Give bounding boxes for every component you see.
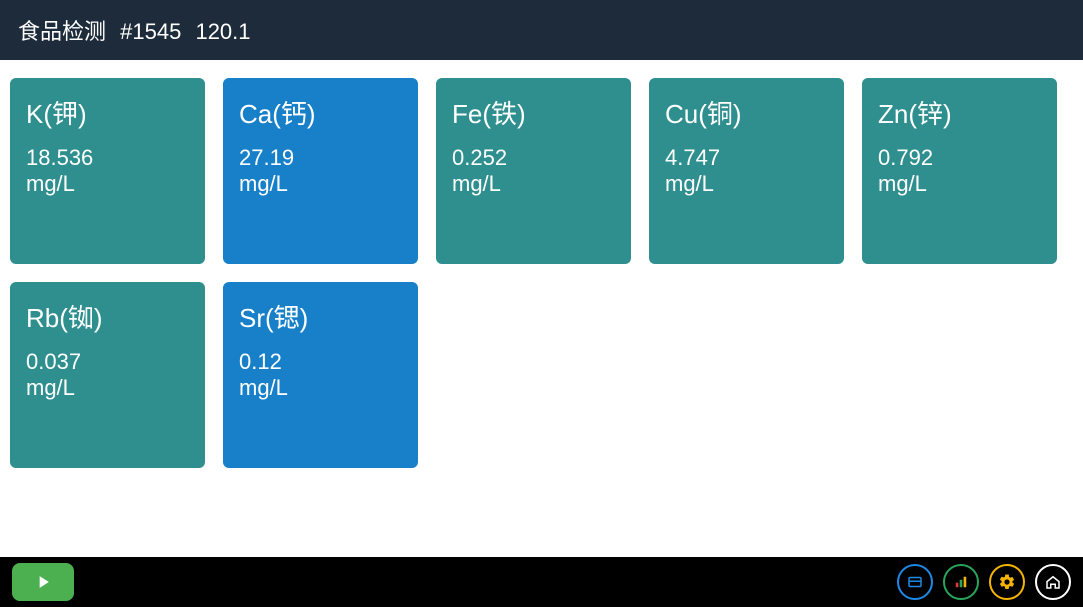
- element-unit: mg/L: [26, 375, 189, 401]
- footer-bar: [0, 557, 1083, 607]
- element-tile[interactable]: Sr(锶) 0.12mg/L: [223, 282, 418, 468]
- element-name: K(钾): [26, 94, 189, 131]
- element-tile[interactable]: K(钾) 18.536mg/L: [10, 78, 205, 264]
- element-unit: mg/L: [239, 171, 402, 197]
- bar-chart-icon: [952, 573, 970, 591]
- element-tile[interactable]: Cu(铜) 4.747mg/L: [649, 78, 844, 264]
- element-tile[interactable]: Fe(铁) 0.252mg/L: [436, 78, 631, 264]
- chart-button[interactable]: [943, 564, 979, 600]
- element-unit: mg/L: [452, 171, 615, 197]
- gear-icon: [998, 573, 1016, 591]
- element-unit: mg/L: [239, 375, 402, 401]
- header-title: 食品检测: [18, 19, 106, 44]
- home-button[interactable]: [1035, 564, 1071, 600]
- play-icon: [33, 572, 53, 592]
- element-unit: mg/L: [26, 171, 189, 197]
- element-value: 0.037: [26, 349, 189, 375]
- element-value: 4.747: [665, 145, 828, 171]
- header-time: 120.1: [195, 19, 250, 44]
- footer-right: [897, 564, 1071, 600]
- play-button[interactable]: [12, 563, 74, 601]
- settings-button[interactable]: [989, 564, 1025, 600]
- element-tile[interactable]: Zn(锌) 0.792mg/L: [862, 78, 1057, 264]
- element-value: 18.536: [26, 145, 189, 171]
- element-unit: mg/L: [665, 171, 828, 197]
- card-icon: [906, 573, 924, 591]
- element-value: 0.792: [878, 145, 1041, 171]
- element-value: 0.12: [239, 349, 402, 375]
- header-sample-id: #1545: [120, 19, 181, 44]
- element-name: Cu(铜): [665, 94, 828, 131]
- header-bar: 食品检测 #1545 120.1: [0, 0, 1083, 60]
- element-tile[interactable]: Ca(钙) 27.19mg/L: [223, 78, 418, 264]
- card-button[interactable]: [897, 564, 933, 600]
- element-tile[interactable]: Rb(铷) 0.037mg/L: [10, 282, 205, 468]
- element-value: 27.19: [239, 145, 402, 171]
- element-value: 0.252: [452, 145, 615, 171]
- element-name: Sr(锶): [239, 298, 402, 335]
- home-icon: [1044, 573, 1062, 591]
- element-name: Zn(锌): [878, 94, 1041, 131]
- element-unit: mg/L: [878, 171, 1041, 197]
- results-grid: K(钾)18.536mg/LCa(钙)27.19mg/LFe(铁)0.252mg…: [0, 60, 1083, 557]
- element-name: Fe(铁): [452, 94, 615, 131]
- element-name: Rb(铷): [26, 298, 189, 335]
- element-name: Ca(钙): [239, 94, 402, 131]
